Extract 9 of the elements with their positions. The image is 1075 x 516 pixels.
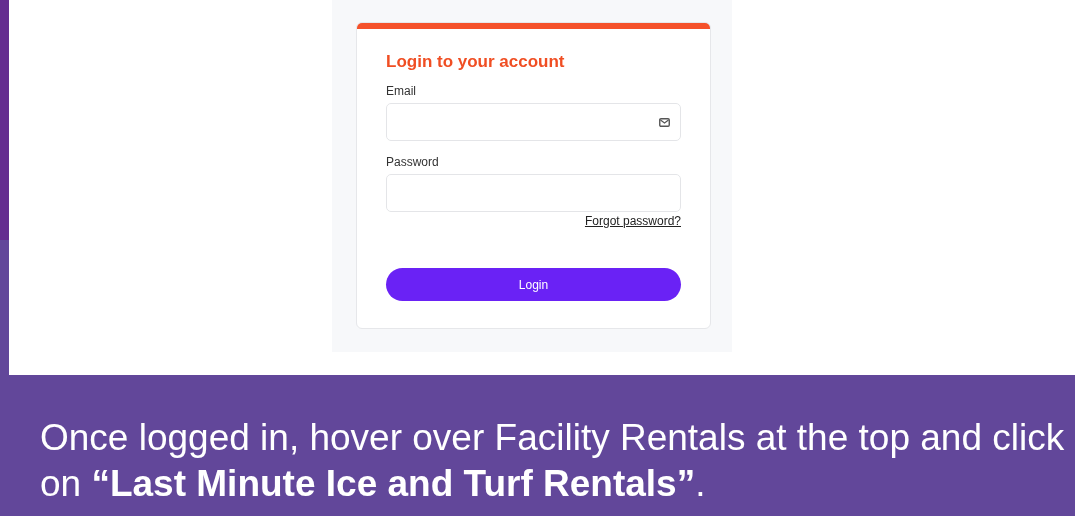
login-button[interactable]: Login [386, 268, 681, 301]
field-label: Password [386, 155, 440, 169]
password-field[interactable] [386, 174, 681, 212]
instruction-text: Once logged in, hover over Facility Rentals at the top and click on “Last Minute Ice and Turf Rentals”. [40, 416, 1066, 506]
email-field[interactable] [386, 103, 681, 141]
mail-icon [659, 117, 670, 127]
card-title: Login to your account [386, 52, 566, 72]
forgot-password-link[interactable]: Forgot password? [584, 214, 681, 228]
field-label: Email [386, 84, 417, 98]
